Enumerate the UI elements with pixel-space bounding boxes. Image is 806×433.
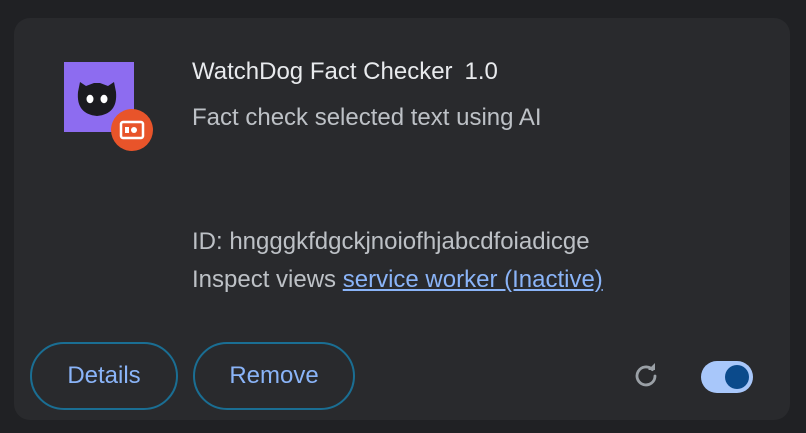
extension-icon bbox=[64, 62, 154, 152]
service-worker-link[interactable]: service worker (Inactive) bbox=[343, 266, 603, 293]
extension-card: WatchDog Fact Checker 1.0 Fact check sele… bbox=[14, 18, 790, 420]
enable-toggle[interactable] bbox=[701, 361, 753, 393]
details-button[interactable]: Details bbox=[30, 342, 178, 410]
extension-name-row: WatchDog Fact Checker 1.0 bbox=[192, 58, 498, 86]
reload-icon[interactable] bbox=[630, 360, 662, 392]
extension-version: 1.0 bbox=[464, 58, 498, 85]
extension-id: ID: hngggkfdgckjnoiofhjabcdfoiadicge bbox=[192, 228, 590, 255]
inspect-views: Inspect views service worker (Inactive) bbox=[192, 266, 603, 294]
remove-button[interactable]: Remove bbox=[193, 342, 355, 410]
unpacked-extension-badge-icon bbox=[111, 109, 153, 151]
inspect-views-label: Inspect views bbox=[192, 266, 343, 293]
toggle-knob bbox=[725, 365, 749, 389]
extension-description: Fact check selected text using AI bbox=[192, 104, 542, 131]
extension-name: WatchDog Fact Checker bbox=[192, 58, 453, 85]
